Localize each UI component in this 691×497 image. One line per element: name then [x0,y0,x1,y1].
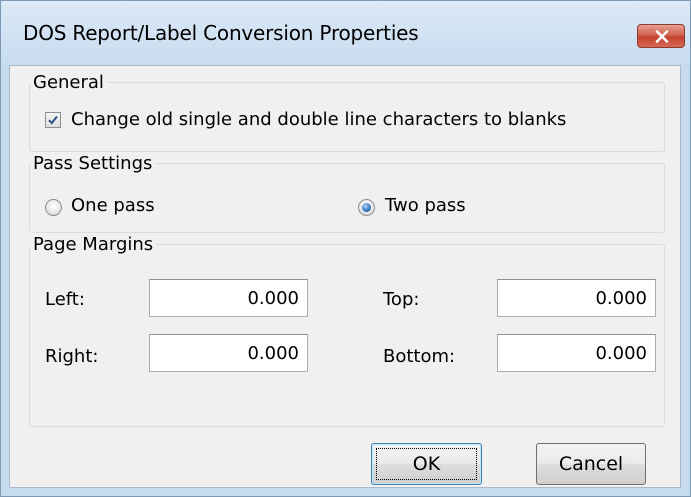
left-margin-label: Left: [45,289,85,310]
dialog-window: DOS Report/Label Conversion Properties G… [0,0,691,497]
two-pass-label[interactable]: Two pass [385,195,466,216]
top-margin-label: Top: [383,289,420,310]
cancel-button[interactable]: Cancel [536,443,646,485]
check-icon [48,115,58,125]
bottom-margin-input[interactable] [497,334,656,372]
top-margin-input[interactable] [497,279,656,317]
cancel-button-label: Cancel [558,453,624,475]
bottom-margin-label: Bottom: [383,346,456,367]
general-group-title: General [30,72,107,93]
change-line-chars-checkbox[interactable] [45,112,61,128]
close-icon [655,30,669,43]
one-pass-label[interactable]: One pass [71,195,155,216]
right-margin-input[interactable] [149,334,308,372]
right-margin-label: Right: [45,346,99,367]
radio-selected-dot [362,203,371,212]
dialog-client-area: General Change old single and double lin… [9,65,681,488]
two-pass-radio[interactable] [358,199,375,216]
ok-button-label: OK [412,453,441,475]
close-button[interactable] [637,24,685,48]
pass-settings-group-title: Pass Settings [30,153,156,174]
one-pass-radio[interactable] [45,199,62,216]
window-title: DOS Report/Label Conversion Properties [23,21,419,45]
title-bar[interactable]: DOS Report/Label Conversion Properties [1,1,690,65]
ok-button[interactable]: OK [371,443,482,485]
left-margin-input[interactable] [149,279,308,317]
page-margins-group-title: Page Margins [30,234,157,255]
change-line-chars-label[interactable]: Change old single and double line charac… [71,109,566,130]
